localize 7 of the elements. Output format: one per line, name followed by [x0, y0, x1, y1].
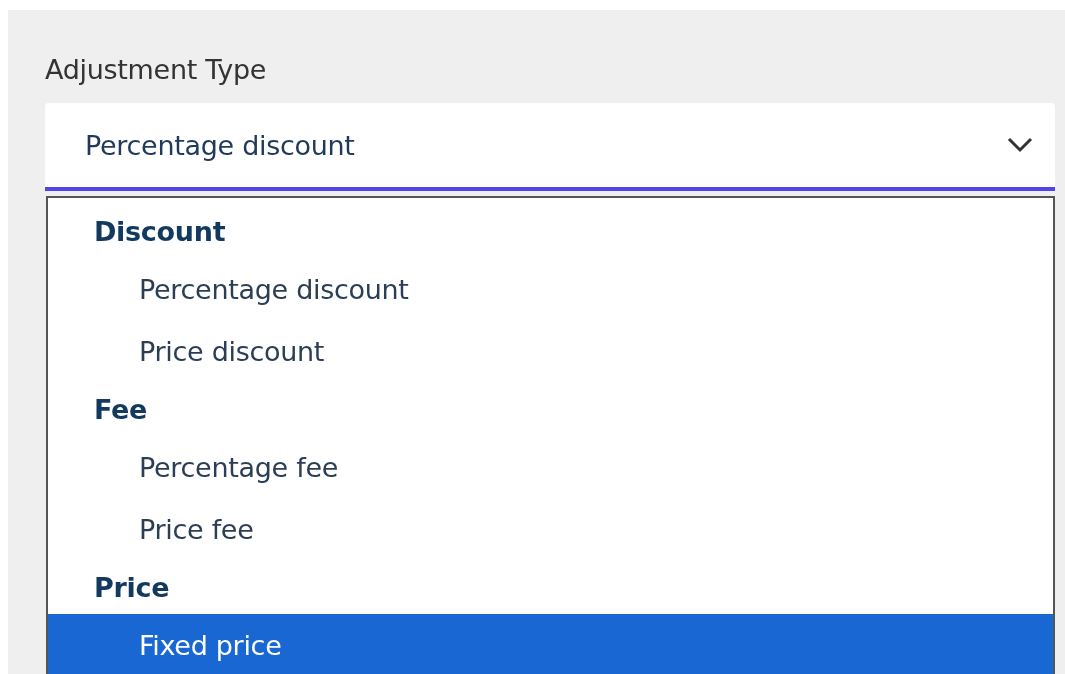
chevron-down-icon	[1007, 137, 1033, 153]
option-group-heading: Discount	[93, 214, 227, 249]
option-group-heading: Fee	[93, 392, 149, 427]
dropdown-select[interactable]: Percentage discount	[45, 103, 1055, 191]
dropdown-option[interactable]: Fixed price	[48, 614, 1053, 674]
option-group-heading: Price	[93, 570, 171, 605]
field-label: Adjustment Type	[45, 53, 268, 87]
